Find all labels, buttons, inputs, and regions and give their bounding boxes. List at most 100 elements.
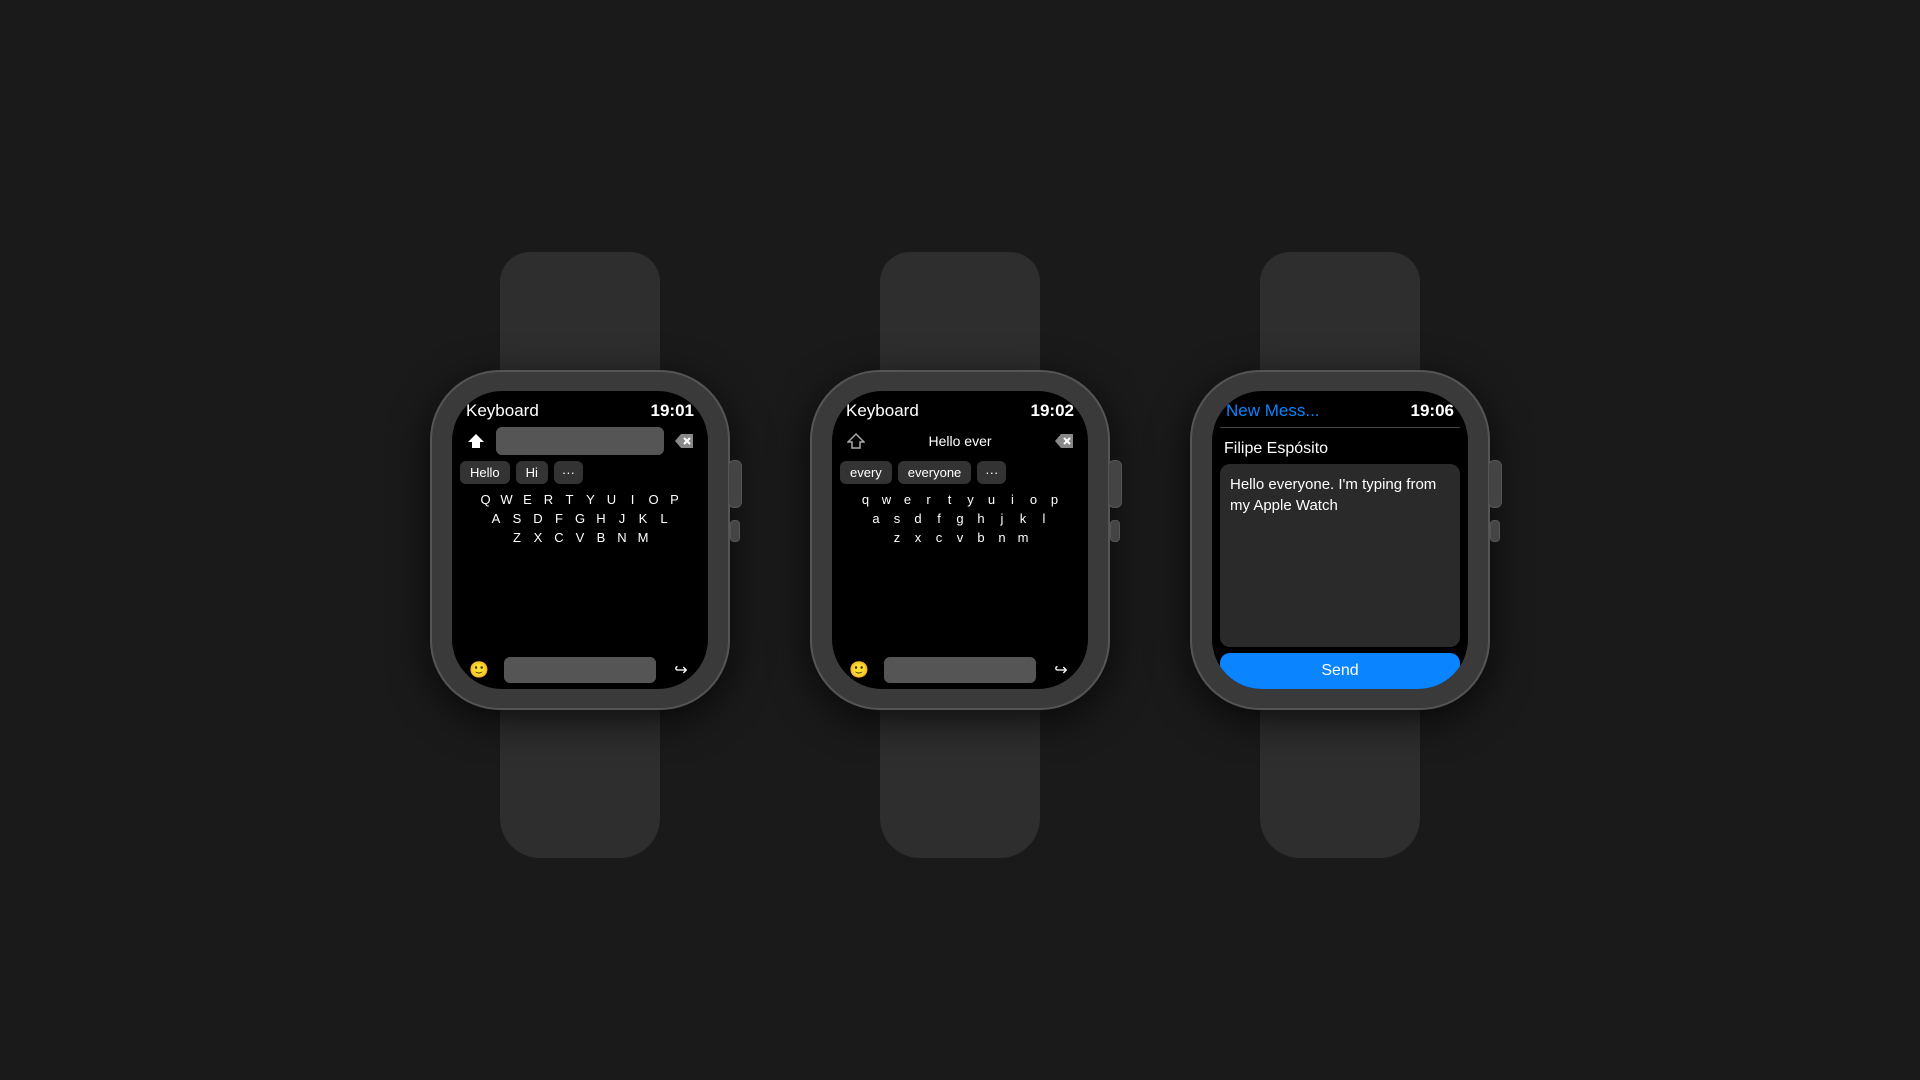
suggestion-every[interactable]: every xyxy=(840,461,892,484)
delete-button-2[interactable] xyxy=(1050,427,1078,455)
key-H[interactable]: H xyxy=(593,511,609,526)
spacebar-1[interactable] xyxy=(504,657,656,683)
emoji-button-2[interactable]: 🙂 xyxy=(844,660,874,680)
delete-button-1[interactable] xyxy=(670,427,698,455)
key-row-2-3: z x c v b n m xyxy=(836,530,1084,545)
key-lq[interactable]: q xyxy=(858,492,874,507)
key-B[interactable]: B xyxy=(593,530,609,545)
shift-button-1[interactable] xyxy=(462,427,490,455)
watch-screen-2: Keyboard 19:02 Hello ever xyxy=(832,391,1088,689)
watch-screen-3: New Mess... 19:06 Filipe Espósito Hello … xyxy=(1212,391,1468,689)
key-Z[interactable]: Z xyxy=(509,530,525,545)
key-lh[interactable]: h xyxy=(973,511,989,526)
key-lf[interactable]: f xyxy=(931,511,947,526)
band-top-2 xyxy=(880,252,1040,382)
key-N[interactable]: N xyxy=(614,530,630,545)
key-la[interactable]: a xyxy=(868,511,884,526)
suggestion-more-1[interactable]: ··· xyxy=(554,461,583,484)
key-W[interactable]: W xyxy=(499,492,515,507)
key-row-2-2: a s d f g h j k l xyxy=(836,511,1084,526)
key-ln[interactable]: n xyxy=(994,530,1010,545)
key-lz[interactable]: z xyxy=(889,530,905,545)
key-lt[interactable]: t xyxy=(942,492,958,507)
key-lr[interactable]: r xyxy=(921,492,937,507)
keyboard-1: Q W E R T Y U I O P A S D xyxy=(452,492,708,651)
key-lj[interactable]: j xyxy=(994,511,1010,526)
key-K[interactable]: K xyxy=(635,511,651,526)
keyboard-2: q w e r t y u i o p a s d xyxy=(832,492,1088,651)
send-button-3[interactable]: Send xyxy=(1220,653,1460,689)
key-ly[interactable]: y xyxy=(963,492,979,507)
key-lk[interactable]: k xyxy=(1015,511,1031,526)
suggestion-hi[interactable]: Hi xyxy=(516,461,548,484)
watch-body-2: Keyboard 19:02 Hello ever xyxy=(810,370,1110,710)
band-top-1 xyxy=(500,252,660,382)
send-arrow-2[interactable]: ↪ xyxy=(1046,660,1076,680)
key-lx[interactable]: x xyxy=(910,530,926,545)
message-text-3: Hello everyone. I'm typing from my Apple… xyxy=(1230,474,1450,516)
key-lw[interactable]: w xyxy=(879,492,895,507)
key-C[interactable]: C xyxy=(551,530,567,545)
key-D[interactable]: D xyxy=(530,511,546,526)
send-button-label-3: Send xyxy=(1321,662,1358,680)
contact-name-3: Filipe Espósito xyxy=(1224,440,1328,457)
spacebar-2[interactable] xyxy=(884,657,1036,683)
contact-row-3: Filipe Espósito xyxy=(1212,434,1468,464)
key-P[interactable]: P xyxy=(667,492,683,507)
key-U[interactable]: U xyxy=(604,492,620,507)
send-arrow-1[interactable]: ↪ xyxy=(666,660,696,680)
key-lv[interactable]: v xyxy=(952,530,968,545)
key-lo[interactable]: o xyxy=(1026,492,1042,507)
divider-3 xyxy=(1220,427,1460,428)
key-O[interactable]: O xyxy=(646,492,662,507)
key-ld[interactable]: d xyxy=(910,511,926,526)
key-R[interactable]: R xyxy=(541,492,557,507)
key-lb[interactable]: b xyxy=(973,530,989,545)
key-F[interactable]: F xyxy=(551,511,567,526)
shift-button-2[interactable] xyxy=(842,427,870,455)
key-li[interactable]: i xyxy=(1005,492,1021,507)
text-input-1[interactable] xyxy=(496,427,664,455)
side-button-1 xyxy=(730,520,740,542)
suggestions-row-1: Hello Hi ··· xyxy=(452,461,708,484)
screen-header-2: Keyboard 19:02 xyxy=(832,391,1088,427)
suggestion-more-2[interactable]: ··· xyxy=(977,461,1006,484)
key-A[interactable]: A xyxy=(488,511,504,526)
suggestion-hello[interactable]: Hello xyxy=(460,461,510,484)
screen-title-1: Keyboard xyxy=(466,401,539,421)
key-lu[interactable]: u xyxy=(984,492,1000,507)
key-S[interactable]: S xyxy=(509,511,525,526)
key-lc[interactable]: c xyxy=(931,530,947,545)
key-E[interactable]: E xyxy=(520,492,536,507)
key-J[interactable]: J xyxy=(614,511,630,526)
keyboard-bottom-1: 🙂 ↪ xyxy=(452,651,708,689)
key-ll[interactable]: l xyxy=(1036,511,1052,526)
key-lp[interactable]: p xyxy=(1047,492,1063,507)
watch-body-3: New Mess... 19:06 Filipe Espósito Hello … xyxy=(1190,370,1490,710)
crown-2 xyxy=(1108,460,1122,508)
input-row-1 xyxy=(452,427,708,455)
emoji-button-1[interactable]: 🙂 xyxy=(464,660,494,680)
key-G[interactable]: G xyxy=(572,511,588,526)
key-lm[interactable]: m xyxy=(1015,530,1031,545)
watch-case-2: Keyboard 19:02 Hello ever xyxy=(810,370,1110,710)
crown-1 xyxy=(728,460,742,508)
key-V[interactable]: V xyxy=(572,530,588,545)
screen-title-2: Keyboard xyxy=(846,401,919,421)
key-le[interactable]: e xyxy=(900,492,916,507)
side-button-2 xyxy=(1110,520,1120,542)
key-I[interactable]: I xyxy=(625,492,641,507)
key-T[interactable]: T xyxy=(562,492,578,507)
text-input-filled-2[interactable]: Hello ever xyxy=(876,427,1044,455)
key-ls[interactable]: s xyxy=(889,511,905,526)
message-body-3: Hello everyone. I'm typing from my Apple… xyxy=(1220,464,1460,647)
key-Q[interactable]: Q xyxy=(478,492,494,507)
suggestion-everyone[interactable]: everyone xyxy=(898,461,971,484)
key-L[interactable]: L xyxy=(656,511,672,526)
key-X[interactable]: X xyxy=(530,530,546,545)
key-Y[interactable]: Y xyxy=(583,492,599,507)
key-M[interactable]: M xyxy=(635,530,651,545)
watch-2: Keyboard 19:02 Hello ever xyxy=(810,370,1110,710)
key-lg[interactable]: g xyxy=(952,511,968,526)
screen-time-2: 19:02 xyxy=(1031,401,1074,421)
